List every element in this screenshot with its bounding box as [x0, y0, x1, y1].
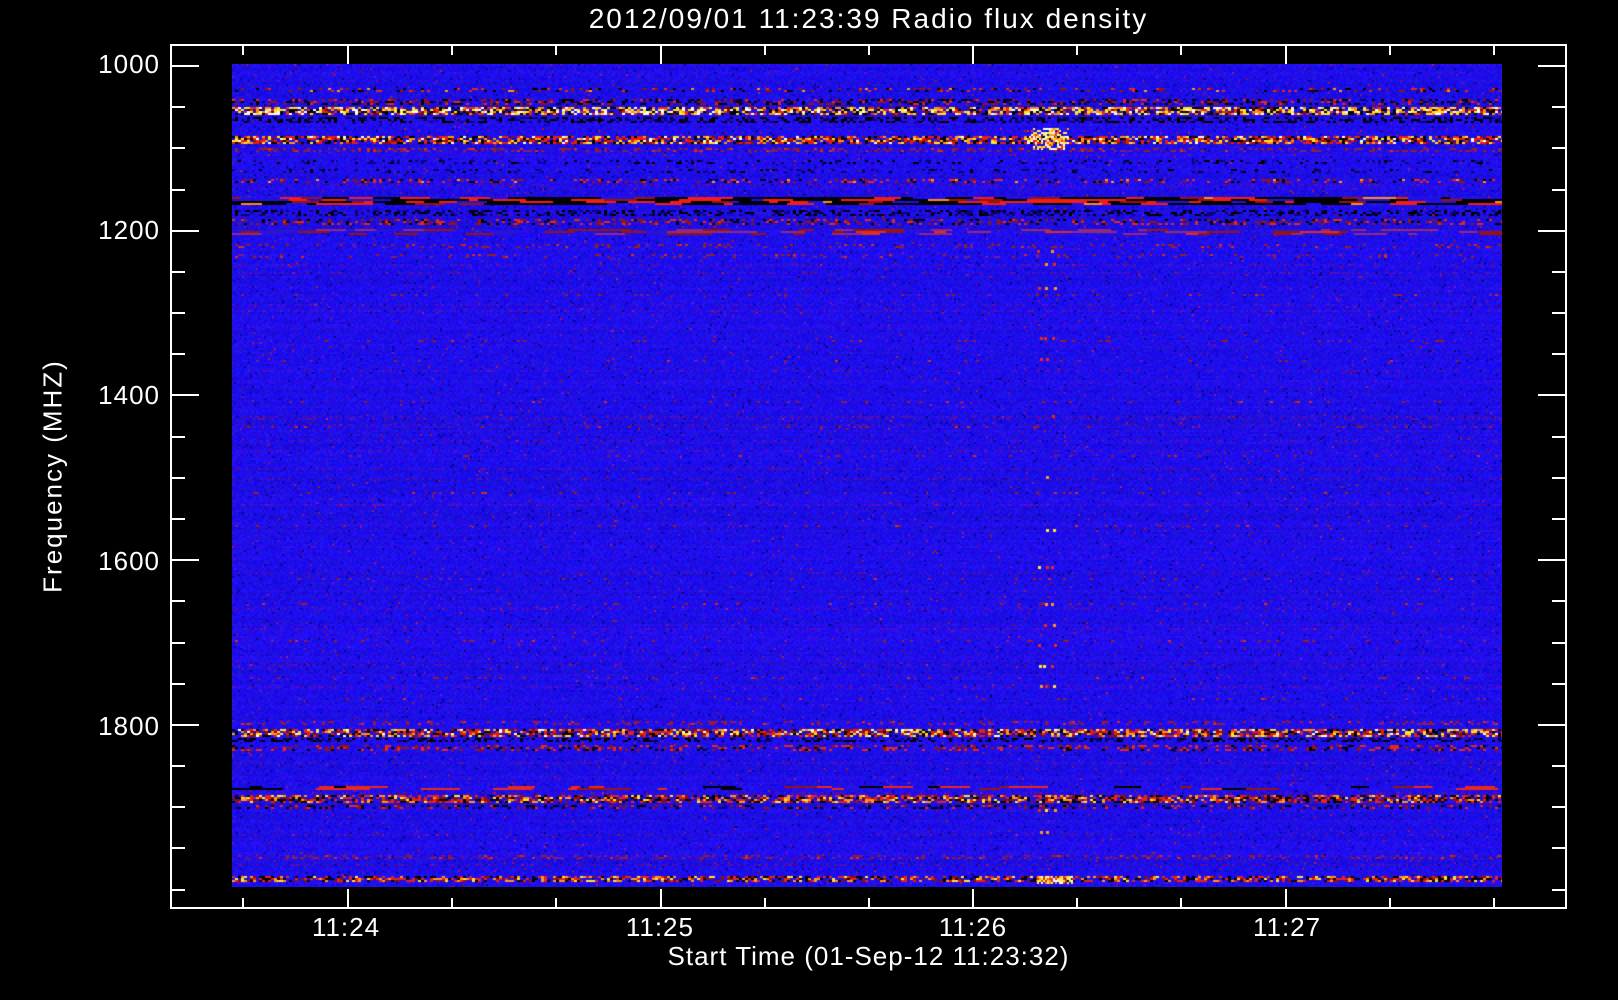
tick-mark	[554, 898, 557, 907]
tick-mark	[1552, 106, 1565, 109]
tick-mark	[172, 435, 185, 438]
tick-mark	[172, 147, 185, 150]
tick-mark	[172, 888, 185, 891]
tick-mark	[1075, 46, 1078, 55]
tick-mark	[172, 394, 199, 397]
tick-mark	[242, 46, 245, 55]
x-tick-label: 11:24	[311, 912, 381, 942]
tick-mark	[346, 46, 349, 64]
tick-mark	[1538, 229, 1565, 232]
tick-mark	[172, 353, 185, 356]
tick-mark	[1552, 765, 1565, 768]
tick-mark	[172, 270, 185, 273]
tick-mark	[1552, 147, 1565, 150]
tick-mark	[1180, 898, 1183, 907]
tick-mark	[1552, 188, 1565, 191]
chart-title: 2012/09/01 11:23:39 Radio flux density	[588, 3, 1149, 34]
tick-mark	[971, 46, 974, 64]
tick-mark	[172, 559, 199, 562]
tick-mark	[172, 476, 185, 479]
y-tick-label: 1800	[98, 710, 160, 741]
y-tick-label: 1200	[98, 214, 160, 245]
tick-mark	[450, 898, 453, 907]
x-tick-label: 11:26	[938, 912, 1008, 942]
tick-mark	[1552, 476, 1565, 479]
tick-mark	[763, 46, 766, 55]
tick-mark	[1552, 270, 1565, 273]
tick-mark	[1552, 435, 1565, 438]
tick-mark	[1075, 898, 1078, 907]
tick-mark	[868, 46, 871, 55]
tick-mark	[172, 682, 185, 685]
tick-mark	[1552, 353, 1565, 356]
tick-mark	[1552, 806, 1565, 809]
tick-mark	[659, 889, 662, 907]
tick-mark	[1538, 64, 1565, 67]
tick-mark	[868, 898, 871, 907]
spectrogram-page: 2012/09/01 11:23:39 Radio flux density F…	[0, 0, 1618, 1000]
tick-mark	[172, 106, 185, 109]
tick-mark	[172, 518, 185, 521]
y-tick-label: 1000	[98, 48, 160, 79]
tick-mark	[763, 898, 766, 907]
y-tick-label: 1400	[98, 380, 160, 411]
tick-mark	[172, 188, 185, 191]
tick-mark	[172, 765, 185, 768]
x-tick-label: 11:25	[625, 912, 694, 942]
tick-mark	[1284, 889, 1287, 907]
plot-frame	[170, 44, 1567, 909]
tick-mark	[172, 723, 199, 726]
tick-mark	[346, 889, 349, 907]
tick-mark	[1538, 723, 1565, 726]
tick-mark	[1284, 46, 1287, 64]
tick-mark	[172, 600, 185, 603]
tick-mark	[1538, 394, 1565, 397]
y-tick-label: 1600	[98, 545, 160, 576]
tick-mark	[172, 312, 185, 315]
tick-mark	[1538, 559, 1565, 562]
tick-mark	[1180, 46, 1183, 55]
tick-mark	[1493, 46, 1496, 55]
spectrogram-canvas	[232, 64, 1502, 887]
tick-mark	[1552, 682, 1565, 685]
tick-mark	[1552, 847, 1565, 850]
tick-mark	[172, 64, 199, 67]
tick-mark	[1552, 888, 1565, 891]
tick-mark	[1389, 898, 1392, 907]
tick-mark	[242, 898, 245, 907]
tick-mark	[1552, 600, 1565, 603]
tick-mark	[971, 889, 974, 907]
tick-mark	[659, 46, 662, 64]
tick-mark	[172, 641, 185, 644]
tick-mark	[172, 847, 185, 850]
tick-mark	[1389, 46, 1392, 55]
tick-mark	[172, 229, 199, 232]
x-tick-label: 11:27	[1252, 912, 1322, 942]
tick-mark	[1552, 518, 1565, 521]
tick-mark	[1552, 312, 1565, 315]
tick-mark	[450, 46, 453, 55]
tick-mark	[172, 806, 185, 809]
tick-mark	[1552, 641, 1565, 644]
x-axis-title: Start Time (01-Sep-12 11:23:32)	[667, 941, 1070, 971]
tick-mark	[554, 46, 557, 55]
tick-mark	[1493, 898, 1496, 907]
